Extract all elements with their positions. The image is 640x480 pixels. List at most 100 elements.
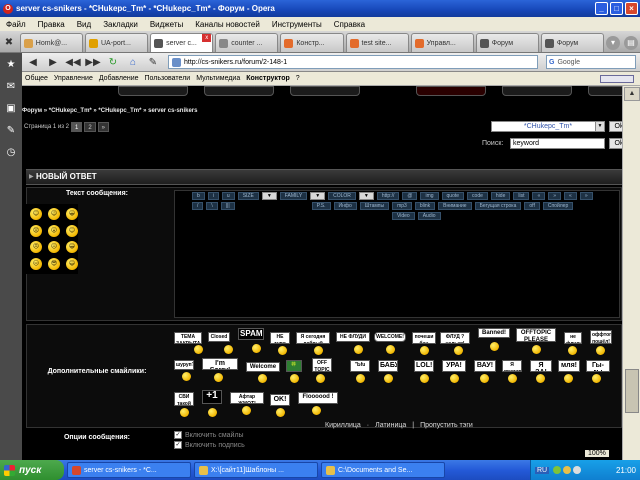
tab-control[interactable]: Управл... bbox=[410, 33, 474, 52]
tab-homk[interactable]: Homk@... bbox=[19, 33, 83, 52]
bb-mp3-button[interactable]: mp3 bbox=[392, 202, 412, 210]
forum-search-input[interactable]: keyword bbox=[510, 138, 605, 149]
sign-smiley[interactable]: УРА! bbox=[442, 360, 466, 372]
tray-icon[interactable] bbox=[553, 466, 562, 474]
reload-icon[interactable]: ↻ bbox=[104, 55, 122, 70]
bb-video-button[interactable]: Video bbox=[392, 212, 415, 220]
tab-close-icon[interactable]: x bbox=[202, 34, 212, 42]
sign-smiley[interactable]: Афтар ЖЖОТ! bbox=[230, 392, 264, 404]
bb-backslash-button[interactable]: \ bbox=[206, 202, 218, 210]
sign-smiley[interactable]: мля! bbox=[558, 360, 580, 372]
sign-smiley[interactable]: БАБУ bbox=[378, 360, 398, 372]
bb-list-button[interactable]: list bbox=[513, 192, 530, 200]
bb-info-button[interactable]: Инфо bbox=[333, 202, 357, 210]
trash-icon[interactable]: ▤ bbox=[624, 35, 639, 50]
admin-add[interactable]: Добавление bbox=[96, 75, 142, 82]
tab-forum-1[interactable]: Форум bbox=[475, 33, 539, 52]
search-ok-button[interactable]: Ok bbox=[609, 138, 622, 149]
smiley-icon[interactable]: 😉 bbox=[48, 208, 60, 220]
tab-server[interactable]: server c... x bbox=[150, 33, 214, 52]
menu-feeds[interactable]: Каналы новостей bbox=[189, 20, 266, 29]
sign-smiley[interactable]: Closed bbox=[208, 332, 230, 342]
smiley-icon[interactable]: 😁 bbox=[66, 241, 78, 253]
edit-icon[interactable]: ✎ bbox=[144, 55, 162, 70]
task-folder-templates[interactable]: X:\[сайт11]Шаблоны ... bbox=[194, 462, 318, 478]
checkbox[interactable]: ✓ bbox=[174, 441, 182, 449]
forum-nav-button[interactable] bbox=[416, 86, 486, 96]
maximize-button[interactable]: □ bbox=[610, 2, 623, 15]
bb-blink-button[interactable]: blink bbox=[414, 202, 436, 210]
bb-underline-button[interactable]: u bbox=[221, 192, 235, 200]
scroll-thumb[interactable] bbox=[625, 369, 639, 413]
breadcrumb[interactable]: Форум » *CHukepc_Tm* » *CHukepc_Tm* » se… bbox=[22, 108, 197, 114]
history-clock-icon[interactable]: ◷ bbox=[3, 146, 19, 160]
latin-link[interactable]: Латиница bbox=[375, 422, 406, 429]
forum-select[interactable]: *CHukepc_Tm* ▼ bbox=[491, 121, 605, 132]
sign-smiley[interactable]: СВИ такой bbox=[174, 392, 194, 406]
search-input[interactable]: Google bbox=[557, 59, 580, 66]
sign-smiley[interactable]: ФЛУД ? нельзя! bbox=[440, 332, 470, 344]
sign-smiley[interactable]: ВАУ! bbox=[474, 360, 496, 372]
clover-icon[interactable]: 🍀 bbox=[286, 360, 302, 372]
notes-icon[interactable]: ✎ bbox=[3, 124, 19, 138]
sign-smiley[interactable]: Гы-гы bbox=[586, 360, 610, 372]
menu-tools[interactable]: Инструменты bbox=[266, 20, 328, 29]
sign-smiley[interactable]: I'm Sorry! bbox=[202, 358, 238, 370]
bb-stamps-button[interactable]: Штампы bbox=[359, 202, 390, 210]
smiley-icon[interactable]: 😟 bbox=[30, 224, 42, 237]
bb-family-select[interactable]: FAMILY bbox=[279, 192, 308, 200]
sign-smiley[interactable]: не флуди bbox=[564, 332, 582, 344]
bookmarks-star-icon[interactable]: ★ bbox=[3, 58, 19, 72]
admin-users[interactable]: Пользователи bbox=[142, 75, 194, 82]
sign-smiley[interactable]: LOL! bbox=[414, 360, 434, 372]
bb-ps-button[interactable]: P.S. bbox=[311, 202, 331, 210]
task-opera[interactable]: server cs-snikers - *C... bbox=[67, 462, 191, 478]
chevron-down-icon[interactable]: ▼ bbox=[310, 192, 326, 200]
mail-icon[interactable]: ✉ bbox=[3, 80, 19, 94]
bb-hide-button[interactable]: hide bbox=[490, 192, 511, 200]
message-textarea[interactable] bbox=[176, 226, 616, 316]
close-button[interactable]: × bbox=[625, 2, 638, 15]
checkbox[interactable]: ✓ bbox=[174, 431, 182, 439]
sign-smiley[interactable]: Floooood ! bbox=[298, 392, 338, 404]
panel-toggle-icon[interactable]: ✖ bbox=[2, 36, 16, 50]
smiley-icon[interactable]: 😊 bbox=[30, 208, 42, 220]
page-link-2[interactable]: 2 bbox=[84, 122, 96, 132]
home-icon[interactable]: ⌂ bbox=[124, 55, 142, 70]
address-bar[interactable]: http://cs-snikers.ru/forum/2-148-1 bbox=[168, 55, 538, 69]
bb-quote-close-button[interactable]: » bbox=[548, 192, 562, 200]
start-button[interactable]: пуск bbox=[0, 460, 64, 480]
smiley-icon[interactable]: 😊 bbox=[66, 224, 78, 237]
scroll-up-icon[interactable]: ▲ bbox=[624, 87, 640, 101]
forward-icon[interactable]: ▶ bbox=[44, 55, 62, 70]
cyrillic-link[interactable]: Кириллица bbox=[325, 422, 361, 429]
admin-general[interactable]: Общее bbox=[22, 75, 51, 82]
tray-icon[interactable] bbox=[563, 466, 572, 474]
page-link-next[interactable]: » bbox=[97, 122, 110, 132]
forum-nav-button[interactable] bbox=[118, 86, 188, 96]
chevron-down-icon[interactable]: ▼ bbox=[358, 192, 374, 200]
sign-smiley[interactable]: Banned! bbox=[478, 328, 510, 338]
admin-constructor[interactable]: Конструктор bbox=[243, 75, 293, 82]
menu-widgets[interactable]: Виджеты bbox=[144, 20, 189, 29]
minimize-button[interactable]: _ bbox=[595, 2, 608, 15]
rewind-icon[interactable]: ◀◀ bbox=[64, 55, 82, 70]
bb-img-button[interactable]: img bbox=[420, 192, 439, 200]
smiley-icon[interactable]: 😀 bbox=[66, 208, 78, 220]
chat-icon[interactable]: ▣ bbox=[3, 102, 19, 116]
bb-quote2-open-button[interactable]: « bbox=[564, 192, 577, 200]
bb-code-button[interactable]: code bbox=[467, 192, 488, 200]
search-box[interactable]: G Google bbox=[546, 55, 636, 69]
task-folder-documents[interactable]: C:\Documents and Se... bbox=[321, 462, 445, 478]
bb-off-button[interactable]: off bbox=[524, 202, 540, 210]
sign-smiley[interactable]: Я против bbox=[502, 360, 522, 372]
skip-tags-link[interactable]: Пропустить тэги bbox=[420, 422, 473, 429]
sign-smiley[interactable]: Welcome bbox=[246, 362, 280, 372]
tab-test-site[interactable]: test site... bbox=[345, 33, 409, 52]
bb-marquee-button[interactable]: Бегущая строка bbox=[474, 202, 522, 210]
sign-smiley[interactable]: "Ьfu bbox=[350, 360, 370, 372]
smiley-icon[interactable]: 😐 bbox=[48, 241, 60, 253]
bb-spoiler-button[interactable]: Спойлер bbox=[542, 202, 574, 210]
sign-smiley[interactable]: НЕ тупи bbox=[270, 332, 290, 344]
page-scrollbar[interactable]: ▲ bbox=[622, 86, 640, 460]
